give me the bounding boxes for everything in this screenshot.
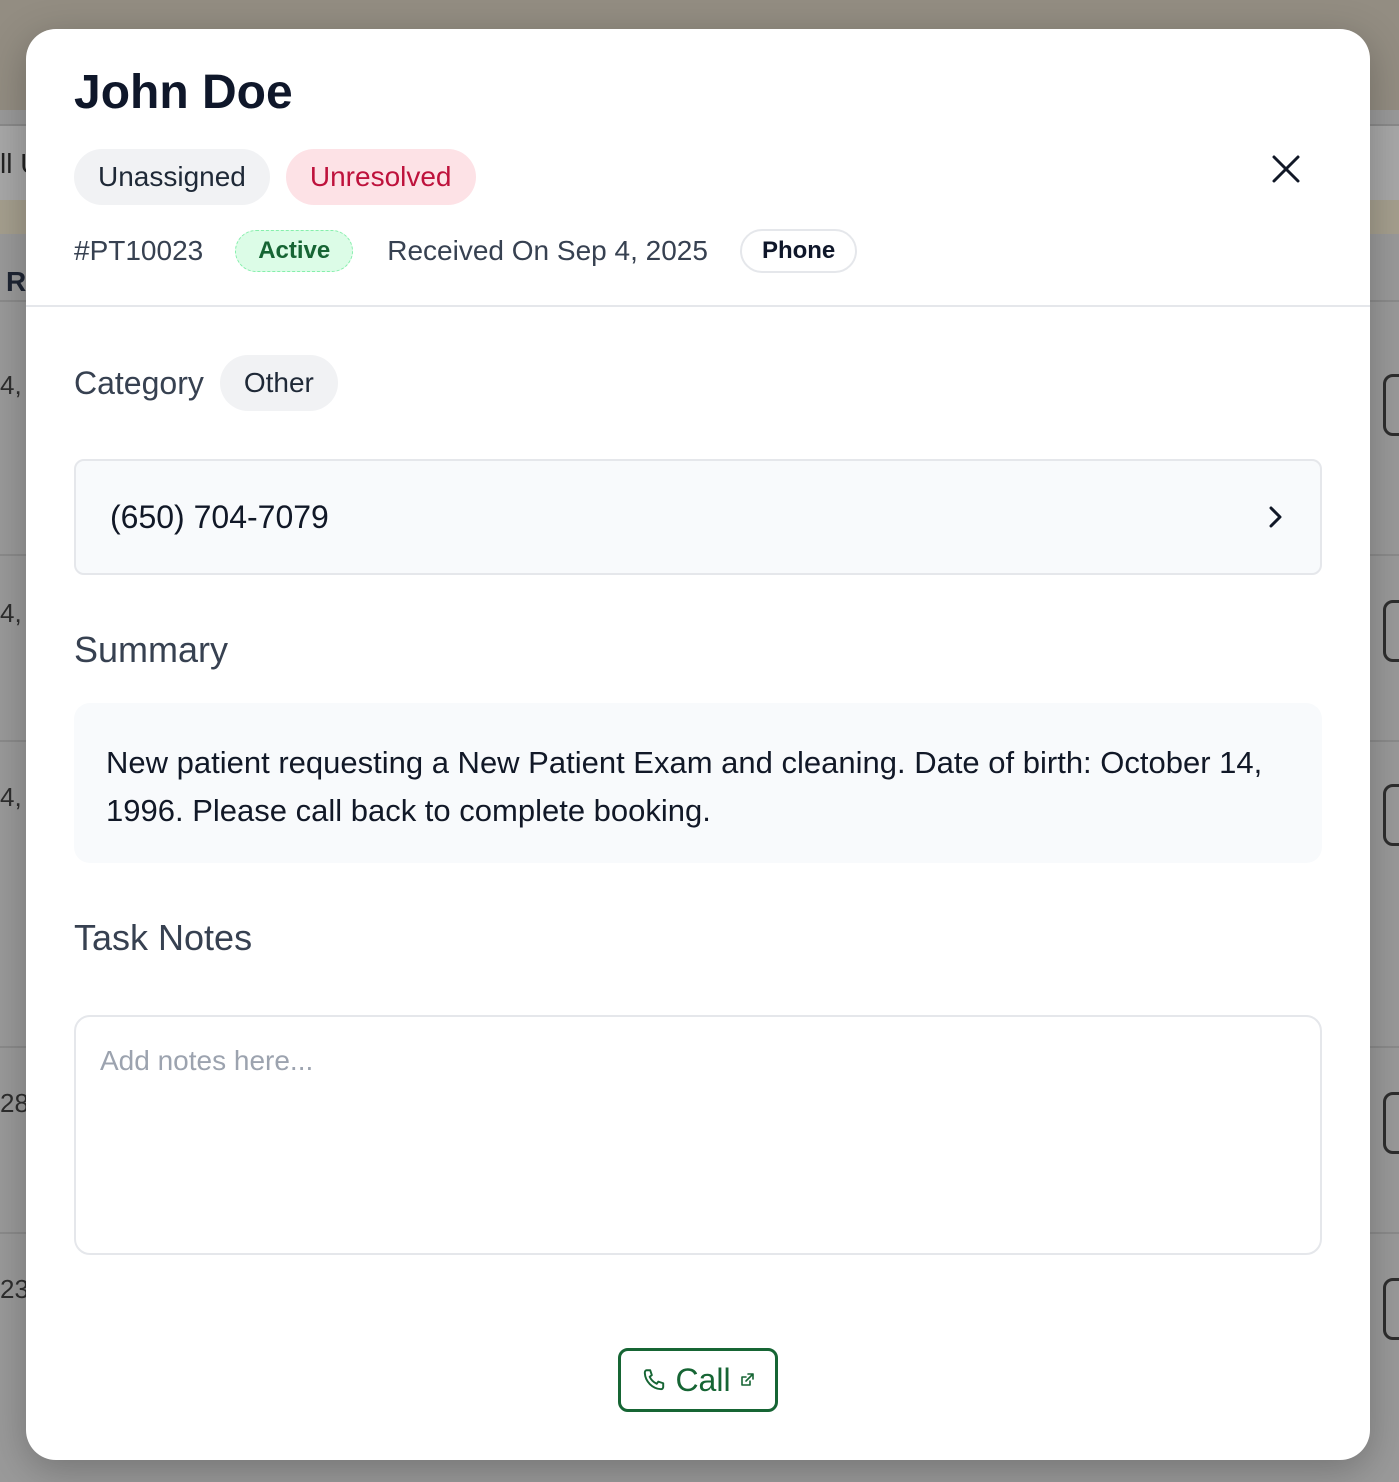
phone-number: (650) 704-7079: [110, 498, 329, 535]
background-row-button: [1383, 600, 1399, 662]
meta-row: #PT10023 Active Received On Sep 4, 2025 …: [74, 229, 858, 273]
patient-id: #PT10023: [74, 235, 204, 266]
resolution-status-pill[interactable]: Unresolved: [285, 149, 476, 205]
chevron-right-icon: [1266, 504, 1286, 530]
call-button-label: Call: [675, 1361, 731, 1398]
received-date: Received On Sep 4, 2025: [387, 235, 708, 266]
background-row-button: [1383, 374, 1399, 436]
summary-title: Summary: [74, 629, 229, 670]
active-status-badge: Active: [235, 230, 354, 272]
call-button[interactable]: Call: [618, 1348, 778, 1412]
status-pills: Unassigned Unresolved: [74, 149, 476, 205]
category-row: Category Other: [74, 355, 338, 411]
phone-number-card[interactable]: (650) 704-7079: [74, 459, 1322, 575]
phone-icon: [641, 1367, 667, 1393]
header-divider: [26, 305, 1370, 307]
category-pill[interactable]: Other: [219, 355, 338, 411]
task-notes-title: Task Notes: [74, 917, 253, 958]
background-table-header: R: [6, 266, 27, 297]
close-icon: [1271, 154, 1301, 184]
category-label: Category: [74, 364, 204, 401]
assignee-pill[interactable]: Unassigned: [74, 149, 270, 205]
task-notes-input[interactable]: [74, 1015, 1322, 1255]
close-button[interactable]: [1264, 147, 1308, 191]
background-row-button: [1383, 1278, 1399, 1340]
background-row-button: [1383, 1092, 1399, 1154]
channel-badge: Phone: [739, 229, 858, 273]
patient-name-title: John Doe: [74, 66, 293, 119]
background-row-button: [1383, 784, 1399, 846]
summary-text: New patient requesting a New Patient Exa…: [74, 703, 1322, 863]
task-detail-modal: John Doe Unassigned Unresolved #PT10023 …: [26, 29, 1370, 1460]
external-link-icon: [739, 1372, 755, 1388]
